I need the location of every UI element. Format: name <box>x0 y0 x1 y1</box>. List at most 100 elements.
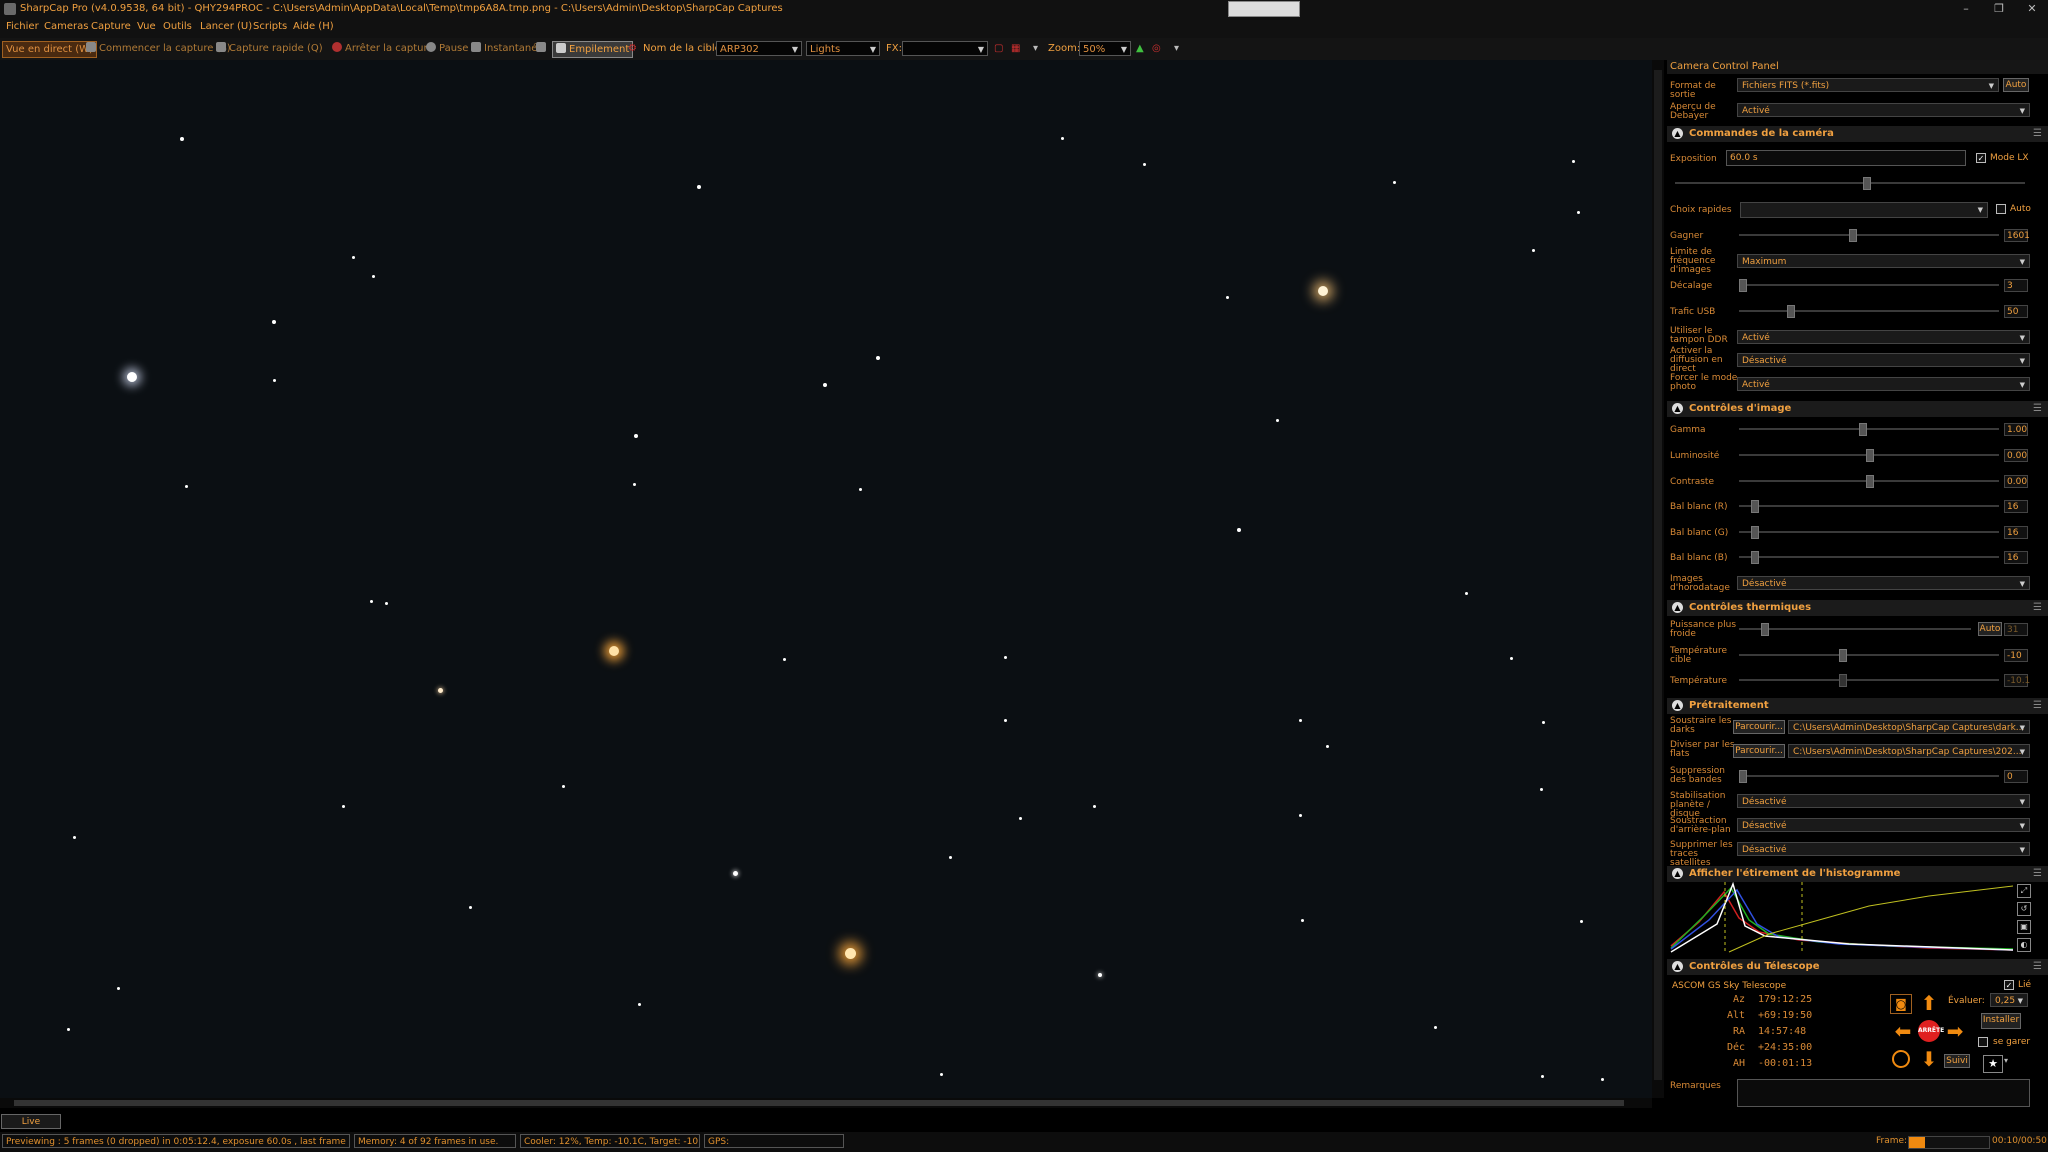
menu-tools[interactable]: Outils <box>163 21 192 32</box>
exposure-slider[interactable] <box>1675 176 2025 190</box>
park-target-icon[interactable] <box>1892 1050 1910 1068</box>
satellite-dropdown[interactable]: Désactivé ▼ <box>1737 842 2030 856</box>
gamma-value[interactable]: 1.00 <box>2004 423 2028 436</box>
slider-knob[interactable] <box>1866 449 1874 462</box>
wb-blue-slider[interactable] <box>1739 550 1999 564</box>
histogram-icon[interactable]: ▲ <box>1136 41 1144 56</box>
histogram-header[interactable]: ▲ Afficher l'étirement de l'histogramme ☰ <box>1667 866 2048 882</box>
slider-knob[interactable] <box>1739 279 1747 292</box>
menu-run[interactable]: Lancer (U) <box>200 21 252 32</box>
photo-mode-dropdown[interactable]: Activé ▼ <box>1737 377 2030 391</box>
settings-icon[interactable] <box>536 41 550 56</box>
wb-green-slider[interactable] <box>1739 525 1999 539</box>
slider-knob[interactable] <box>1761 623 1769 636</box>
snapshot-button[interactable]: Instantané <box>471 41 537 56</box>
arrow-left-icon[interactable]: ⬅ <box>1892 1020 1914 1042</box>
arrow-up-icon[interactable]: ⬆ <box>1918 992 1940 1014</box>
slider-knob[interactable] <box>1839 649 1847 662</box>
maximize-button[interactable]: ❐ <box>1985 0 2013 18</box>
banding-slider[interactable] <box>1739 769 1999 783</box>
install-button[interactable]: Installer <box>1981 1013 2021 1029</box>
target-name-combo[interactable]: ARP302 ▼ <box>716 41 802 56</box>
cooler-power-value[interactable]: 31 <box>2004 623 2028 636</box>
zoom-combo[interactable]: 50% ▼ <box>1079 41 1131 56</box>
goto-icon[interactable]: ◙ <box>1890 994 1912 1014</box>
wb-blue-value[interactable]: 16 <box>2004 551 2028 564</box>
target-temp-slider[interactable] <box>1739 648 1999 662</box>
slider-knob[interactable] <box>1866 475 1874 488</box>
chevron-down-icon[interactable]: ▾ <box>1174 41 1179 56</box>
brightness-value[interactable]: 0.00 <box>2004 449 2028 462</box>
menu-icon[interactable]: ☰ <box>2033 866 2042 882</box>
cooler-auto-button[interactable]: Auto <box>1978 622 2002 636</box>
chevron-down-icon[interactable]: ▾ <box>2004 1056 2008 1065</box>
live-stream-dropdown[interactable]: Désactivé ▼ <box>1737 353 2030 367</box>
menu-icon[interactable]: ☰ <box>2033 401 2042 417</box>
menu-icon[interactable]: ☰ <box>2033 698 2042 714</box>
stop-capture-button[interactable]: Arrêter la capture <box>332 41 434 56</box>
gain-value[interactable]: 1601 <box>2004 229 2030 242</box>
menu-view[interactable]: Vue <box>137 21 156 32</box>
gamma-slider[interactable] <box>1739 422 1999 436</box>
brightness-slider[interactable] <box>1739 448 1999 462</box>
menu-cameras[interactable]: Cameras <box>44 21 88 32</box>
usb-traffic-value[interactable]: 50 <box>2004 305 2028 318</box>
image-controls-header[interactable]: ▲ Contrôles d'image ☰ <box>1667 401 2048 417</box>
quick-choice-dropdown[interactable]: ▼ <box>1740 202 1988 218</box>
wb-green-value[interactable]: 16 <box>2004 526 2028 539</box>
notes-input[interactable] <box>1737 1079 2030 1107</box>
output-format-auto-button[interactable]: Auto <box>2003 78 2029 92</box>
quick-choice-auto-checkbox[interactable] <box>1996 204 2006 214</box>
menu-icon[interactable]: ☰ <box>2033 126 2042 142</box>
grid-icon[interactable]: ▦ <box>1011 41 1020 56</box>
fx-combo[interactable]: ▼ <box>902 41 988 56</box>
histogram-plot[interactable] <box>1669 882 2015 954</box>
chevron-down-icon[interactable]: ▾ <box>1033 41 1038 56</box>
slider-knob[interactable] <box>1787 305 1795 318</box>
minimize-button[interactable]: – <box>1952 0 1980 18</box>
target-temp-value[interactable]: -10 <box>2004 649 2028 662</box>
menu-icon[interactable]: ☰ <box>2033 600 2042 616</box>
menu-scripts[interactable]: Scripts <box>253 21 287 32</box>
flats-path-dropdown[interactable]: C:\Users\Admin\Desktop\SharpCap Captures… <box>1788 744 2030 758</box>
menu-icon[interactable]: ☰ <box>2033 959 2042 975</box>
wb-red-value[interactable]: 16 <box>2004 500 2028 513</box>
stabilization-dropdown[interactable]: Désactivé ▼ <box>1737 794 2030 808</box>
cooler-power-slider[interactable] <box>1739 622 1971 636</box>
pause-button[interactable]: Pause <box>426 41 468 56</box>
histogram-contrast-icon[interactable]: ◐ <box>2017 938 2031 952</box>
wb-red-slider[interactable] <box>1739 499 1999 513</box>
exposure-input[interactable]: 60.0 s <box>1726 150 1966 166</box>
camera-controls-header[interactable]: ▲ Commandes de la caméra ☰ <box>1667 126 2048 142</box>
histogram-save-icon[interactable]: ▣ <box>2017 920 2031 934</box>
histogram-reset-icon[interactable]: ↺ <box>2017 902 2031 916</box>
image-viewer[interactable] <box>0 60 1652 1098</box>
timestamp-dropdown[interactable]: Désactivé ▼ <box>1737 576 2030 590</box>
slider-knob[interactable] <box>1863 177 1871 190</box>
histogram-expand-icon[interactable]: ⤢ <box>2017 884 2031 898</box>
lx-mode-checkbox[interactable]: ✓ <box>1976 153 1986 163</box>
ddr-buffer-dropdown[interactable]: Activé ▼ <box>1737 330 2030 344</box>
linked-checkbox[interactable]: ✓ <box>2004 980 2014 990</box>
frame-type-combo[interactable]: Lights ▼ <box>806 41 880 56</box>
slider-knob[interactable] <box>1739 770 1747 783</box>
banding-value[interactable]: 0 <box>2004 770 2028 783</box>
live-view-button[interactable]: Vue en direct (W) <box>2 41 97 58</box>
slider-knob[interactable] <box>1859 423 1867 436</box>
tracking-button[interactable]: Suivi <box>1944 1054 1970 1068</box>
live-stacking-tab[interactable]: Live Stacking <box>1 1114 61 1142</box>
contrast-slider[interactable] <box>1739 474 1999 488</box>
menu-capture[interactable]: Capture <box>91 21 131 32</box>
start-capture-button[interactable]: Commencer la capture (S) <box>86 41 231 56</box>
close-button[interactable]: ✕ <box>2018 0 2046 18</box>
debayer-dropdown[interactable]: Activé ▼ <box>1737 103 2030 117</box>
arrow-right-icon[interactable]: ➡ <box>1944 1020 1966 1042</box>
output-format-dropdown[interactable]: Fichiers FITS (*.fits) ▼ <box>1737 78 1999 92</box>
reticle-icon[interactable]: ▢ <box>994 41 1003 56</box>
darks-path-dropdown[interactable]: C:\Users\Admin\Desktop\SharpCap Captures… <box>1788 720 2030 734</box>
slider-knob[interactable] <box>1849 229 1857 242</box>
menu-help[interactable]: Aide (H) <box>293 21 334 32</box>
fps-limit-dropdown[interactable]: Maximum ▼ <box>1737 254 2030 268</box>
flats-browse-button[interactable]: Parcourir... <box>1733 744 1785 758</box>
telescope-controls-header[interactable]: ▲ Contrôles du Télescope ☰ <box>1667 959 2048 975</box>
